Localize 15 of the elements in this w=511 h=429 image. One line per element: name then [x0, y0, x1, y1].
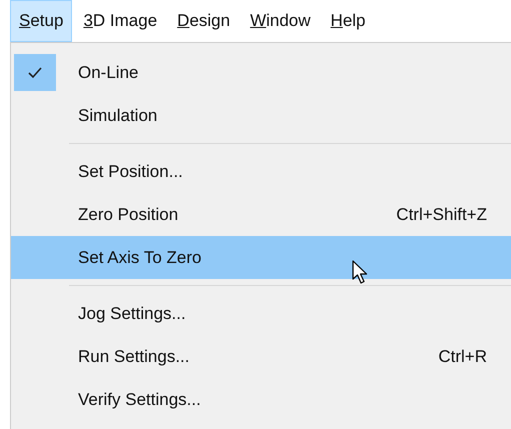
menu-item[interactable]: Verify Settings...: [11, 378, 511, 421]
check-icon: [14, 54, 56, 91]
menu-item[interactable]: Zero Position Ctrl+Shift+Z: [11, 193, 511, 236]
menu-item[interactable]: On-Line: [11, 51, 511, 94]
menu-bar-item[interactable]: Help: [322, 0, 375, 42]
menu-item[interactable]: Simulation: [11, 94, 511, 137]
menu-item[interactable]: Set Position...: [11, 150, 511, 193]
mouse-pointer-icon: [352, 260, 368, 285]
menu-item[interactable]: Set Axis To Zero: [11, 236, 511, 279]
menu-item[interactable]: Jog Settings...: [11, 292, 511, 335]
menu-bar-item[interactable]: Window: [241, 0, 320, 42]
menu-bar-item[interactable]: 3D Image: [74, 0, 166, 42]
menu-bar-item[interactable]: Setup: [10, 0, 72, 42]
menu-item[interactable]: Run Settings... Ctrl+R: [11, 335, 511, 378]
menu-bar-item[interactable]: Design: [168, 0, 240, 42]
